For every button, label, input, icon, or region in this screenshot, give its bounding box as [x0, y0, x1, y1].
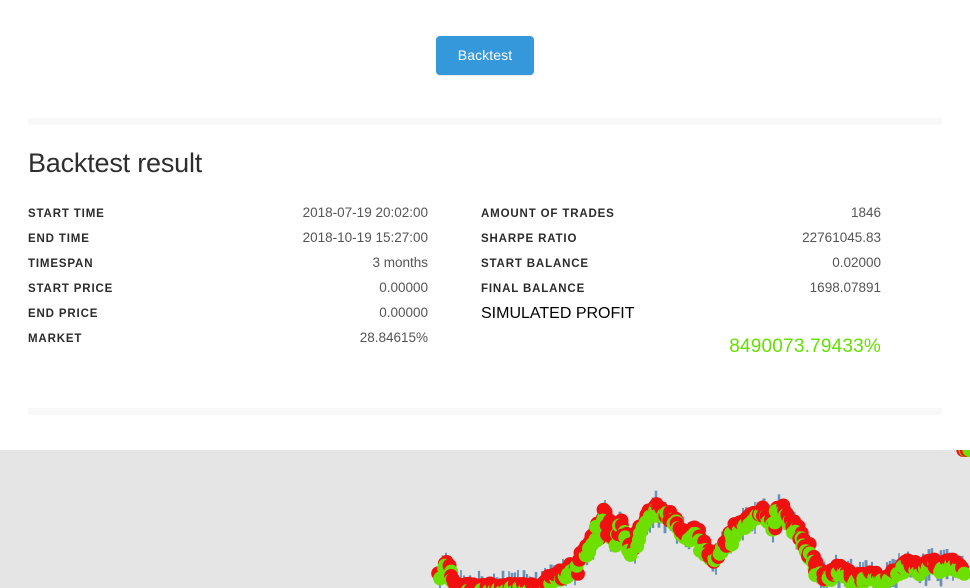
- stat-label: START PRICE: [28, 283, 114, 295]
- backtest-page: Backtest Backtest result START TIME 2018…: [0, 0, 970, 588]
- divider-strip-top: [28, 118, 942, 125]
- stat-label: AMOUNT OF TRADES: [481, 208, 615, 220]
- stat-value: 0.00000: [379, 305, 428, 320]
- stat-label: START BALANCE: [481, 258, 589, 270]
- stat-label: END PRICE: [28, 308, 99, 320]
- stat-value: 1846: [850, 205, 881, 220]
- backtest-button[interactable]: Backtest: [435, 36, 535, 75]
- stat-value: 1698.07891: [809, 280, 881, 295]
- backtest-result-panel: Backtest result START TIME 2018-07-19 20…: [28, 150, 942, 358]
- stat-row-market: MARKET 28.84615%: [28, 330, 428, 355]
- stat-value: 22761045.83: [802, 230, 881, 245]
- simulated-profit-label-row: SIMULATED PROFIT: [481, 305, 881, 330]
- toolbar: Backtest: [0, 0, 970, 110]
- stat-label: END TIME: [28, 233, 90, 245]
- price-chart[interactable]: [0, 450, 970, 588]
- stat-label: SIMULATED PROFIT: [481, 305, 635, 322]
- stat-value: 2018-10-19 15:27:00: [302, 230, 428, 245]
- stats-column-right: AMOUNT OF TRADES 1846 SHARPE RATIO 22761…: [481, 205, 881, 358]
- stat-row-timespan: TIMESPAN 3 months: [28, 255, 428, 280]
- stat-label: FINAL BALANCE: [481, 283, 586, 295]
- stat-row-start-time: START TIME 2018-07-19 20:02:00: [28, 205, 428, 230]
- simulated-profit-value-line: 8490073.79433%: [481, 336, 881, 358]
- stat-label: SHARPE RATIO: [481, 233, 578, 245]
- stat-label: START TIME: [28, 208, 105, 220]
- stat-label: TIMESPAN: [28, 258, 94, 270]
- stat-row-amount-of-trades: AMOUNT OF TRADES 1846: [481, 205, 881, 230]
- stat-value: 3 months: [372, 255, 428, 270]
- stat-row-simulated-profit: SIMULATED PROFIT 8490073.79433%: [481, 305, 881, 358]
- stat-row-start-balance: START BALANCE 0.02000: [481, 255, 881, 280]
- stat-row-end-time: END TIME 2018-10-19 15:27:00: [28, 230, 428, 255]
- chart-trade-markers: [431, 450, 970, 588]
- stat-label: MARKET: [28, 333, 83, 345]
- simulated-profit-value: 8490073.79433%: [729, 336, 881, 357]
- stat-row-end-price: END PRICE 0.00000: [28, 305, 428, 330]
- stat-value: 0.02000: [832, 255, 881, 270]
- stat-row-sharpe-ratio: SHARPE RATIO 22761045.83: [481, 230, 881, 255]
- stat-value: 2018-07-19 20:02:00: [302, 205, 428, 220]
- stat-value: 0.00000: [379, 280, 428, 295]
- price-chart-svg: [431, 450, 970, 588]
- stat-row-start-price: START PRICE 0.00000: [28, 280, 428, 305]
- stats-column-left: START TIME 2018-07-19 20:02:00 END TIME …: [28, 205, 428, 355]
- page-title: Backtest result: [28, 148, 203, 178]
- stats-columns: START TIME 2018-07-19 20:02:00 END TIME …: [28, 205, 942, 358]
- stat-value: 28.84615%: [359, 330, 428, 345]
- stat-row-final-balance: FINAL BALANCE 1698.07891: [481, 280, 881, 305]
- divider-strip-bottom: [28, 408, 942, 415]
